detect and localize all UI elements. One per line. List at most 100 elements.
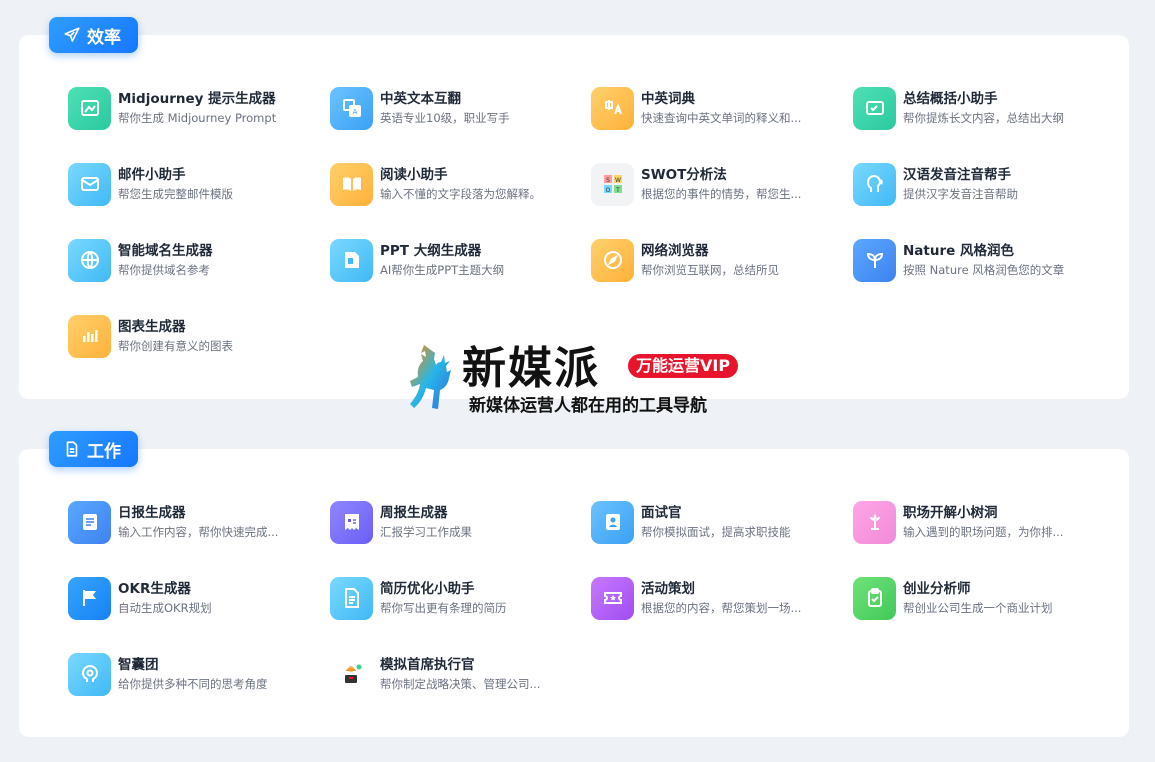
send-icon — [64, 27, 80, 42]
svg-text:O: O — [605, 187, 610, 194]
ceo-icon — [330, 653, 373, 696]
compass-icon — [591, 238, 634, 282]
tool-item[interactable]: 网络浏览器帮你浏览互联网，总结所见 — [591, 238, 829, 282]
tool-desc: 输入遇到的职场问题，为你排... — [903, 525, 1064, 539]
tool-title: 邮件小助手 — [118, 167, 186, 183]
tool-title: 阅读小助手 — [380, 167, 448, 183]
svg-text:A: A — [352, 108, 357, 116]
tool-title: 中英词典 — [641, 91, 695, 107]
summary-icon — [853, 86, 896, 130]
resume-icon — [330, 576, 373, 620]
tool-item[interactable]: 阅读小助手输入不懂的文字段落为您解释。 — [330, 162, 568, 206]
globe-icon — [68, 238, 111, 282]
tool-desc: 汇报学习工作成果 — [380, 525, 472, 539]
tool-item[interactable]: Midjourney 提示生成器 帮你生成 Midjourney Prompt — [68, 86, 306, 130]
tool-title: SWOT分析法 — [641, 167, 727, 183]
tool-title: 总结概括小助手 — [903, 91, 998, 107]
document-icon — [66, 441, 78, 457]
tool-title: 智能域名生成器 — [118, 243, 213, 259]
tool-item[interactable]: 邮件小助手帮您生成完整邮件模版 — [68, 162, 306, 206]
section-label: 效率 — [87, 27, 121, 48]
tool-title: 图表生成器 — [118, 319, 186, 335]
tool-item[interactable]: Nature 风格润色按照 Nature 风格润色您的文章 — [853, 238, 1091, 282]
tool-title: Midjourney 提示生成器 — [118, 91, 276, 107]
tool-item[interactable]: 简历优化小助手帮你写出更有条理的简历 — [330, 576, 568, 620]
tool-desc: 提供汉字发音注音帮助 — [903, 187, 1018, 201]
section-tab-efficiency[interactable]: 效率 — [49, 17, 138, 53]
bar-chart-icon — [68, 314, 111, 358]
weekly-report-icon — [330, 500, 373, 544]
tool-desc: 帮您生成完整邮件模版 — [118, 187, 233, 201]
section-tab-work[interactable]: 工作 — [49, 431, 138, 467]
tool-title: 智囊团 — [118, 657, 159, 673]
tool-desc: 输入工作内容，帮你快速完成... — [118, 525, 279, 539]
tool-title: 创业分析师 — [903, 581, 971, 597]
book-icon — [330, 162, 373, 206]
tool-item[interactable]: 创业分析师帮创业公司生成一个商业计划 — [853, 576, 1091, 620]
tool-desc: 帮你提供域名参考 — [118, 263, 210, 277]
flag-icon — [68, 576, 111, 620]
tool-desc: 帮你浏览互联网，总结所见 — [641, 263, 779, 277]
tool-desc: 根据您的事件的情势，帮您生... — [641, 187, 802, 201]
tool-title: 网络浏览器 — [641, 243, 709, 259]
tool-desc: 帮你模拟面试，提高求职技能 — [641, 525, 791, 539]
interview-icon — [591, 500, 634, 544]
tool-desc: 帮你创建有意义的图表 — [118, 339, 233, 353]
tool-item[interactable]: 中英词典 快速查询中英文单词的释义和... — [591, 86, 829, 130]
tool-item[interactable]: 职场开解小树洞输入遇到的职场问题，为你排... — [853, 500, 1091, 544]
tool-title: 日报生成器 — [118, 505, 186, 521]
flower-icon — [853, 500, 896, 544]
translate-icon: A — [330, 86, 373, 130]
paint-icon — [68, 86, 111, 130]
tool-desc: 自动生成OKR规划 — [118, 601, 212, 615]
tool-title: OKR生成器 — [118, 581, 191, 597]
tool-title: 周报生成器 — [380, 505, 448, 521]
ppt-icon — [330, 238, 373, 282]
tool-desc: 按照 Nature 风格润色您的文章 — [903, 263, 1065, 277]
mail-icon — [68, 162, 111, 206]
tool-item[interactable]: 日报生成器输入工作内容，帮你快速完成... — [68, 500, 306, 544]
tool-item[interactable]: 周报生成器汇报学习工作成果 — [330, 500, 568, 544]
tool-desc: 帮创业公司生成一个商业计划 — [903, 601, 1053, 615]
tool-item[interactable]: PPT 大纲生成器 AI帮你生成PPT主题大纲 — [330, 238, 568, 282]
svg-text:W: W — [615, 177, 621, 184]
tool-title: 职场开解小树洞 — [903, 505, 998, 521]
tool-title: PPT 大纲生成器 — [380, 243, 482, 259]
tool-item[interactable]: OKR生成器自动生成OKR规划 — [68, 576, 306, 620]
swot-icon: SWOT — [591, 162, 634, 206]
tool-item[interactable]: 图表生成器帮你创建有意义的图表 — [68, 314, 306, 358]
dictionary-icon — [591, 86, 634, 130]
tool-item[interactable]: 活动策划根据您的内容，帮您策划一场... — [591, 576, 829, 620]
tool-item[interactable]: 汉语发音注音帮手 提供汉字发音注音帮助 — [853, 162, 1091, 206]
tool-desc: 帮你制定战略决策、管理公司... — [380, 677, 541, 691]
tool-desc: 帮你生成 Midjourney Prompt — [118, 111, 277, 125]
speech-icon — [853, 162, 896, 206]
clipboard-icon — [853, 576, 896, 620]
daily-report-icon — [68, 500, 111, 544]
tool-item[interactable]: 面试官帮你模拟面试，提高求职技能 — [591, 500, 829, 544]
tool-item[interactable]: 模拟首席执行官帮你制定战略决策、管理公司... — [330, 652, 568, 696]
tool-desc: 输入不懂的文字段落为您解释。 — [380, 187, 541, 201]
tool-item[interactable]: 智能域名生成器 帮你提供域名参考 — [68, 238, 306, 282]
tool-title: 简历优化小助手 — [380, 581, 475, 597]
ticket-icon — [591, 576, 634, 620]
tool-title: 活动策划 — [641, 581, 695, 597]
svg-text:T: T — [615, 187, 620, 194]
sprout-icon — [853, 238, 896, 282]
tool-item[interactable]: 智囊团给你提供多种不同的思考角度 — [68, 652, 306, 696]
tool-desc: 帮你写出更有条理的简历 — [380, 601, 507, 615]
tool-title: Nature 风格润色 — [903, 243, 1014, 259]
tool-title: 中英文本互翻 — [380, 91, 461, 107]
tool-desc: AI帮你生成PPT主题大纲 — [380, 263, 505, 277]
section-label: 工作 — [87, 441, 121, 462]
tool-desc: 给你提供多种不同的思考角度 — [118, 677, 268, 691]
tool-item[interactable]: A 中英文本互翻英语专业10级，职业写手 — [330, 86, 568, 130]
tool-desc: 英语专业10级，职业写手 — [380, 111, 510, 125]
tool-title: 面试官 — [641, 505, 682, 521]
tool-title: 模拟首席执行官 — [380, 657, 475, 673]
svg-text:S: S — [606, 177, 610, 184]
tool-item[interactable]: 总结概括小助手帮你提炼长文内容，总结出大纲 — [853, 86, 1091, 130]
tool-desc: 根据您的内容，帮您策划一场... — [641, 601, 802, 615]
tool-desc: 帮你提炼长文内容，总结出大纲 — [903, 111, 1064, 125]
tool-item[interactable]: SWOT SWOT分析法根据您的事件的情势，帮您生... — [591, 162, 829, 206]
